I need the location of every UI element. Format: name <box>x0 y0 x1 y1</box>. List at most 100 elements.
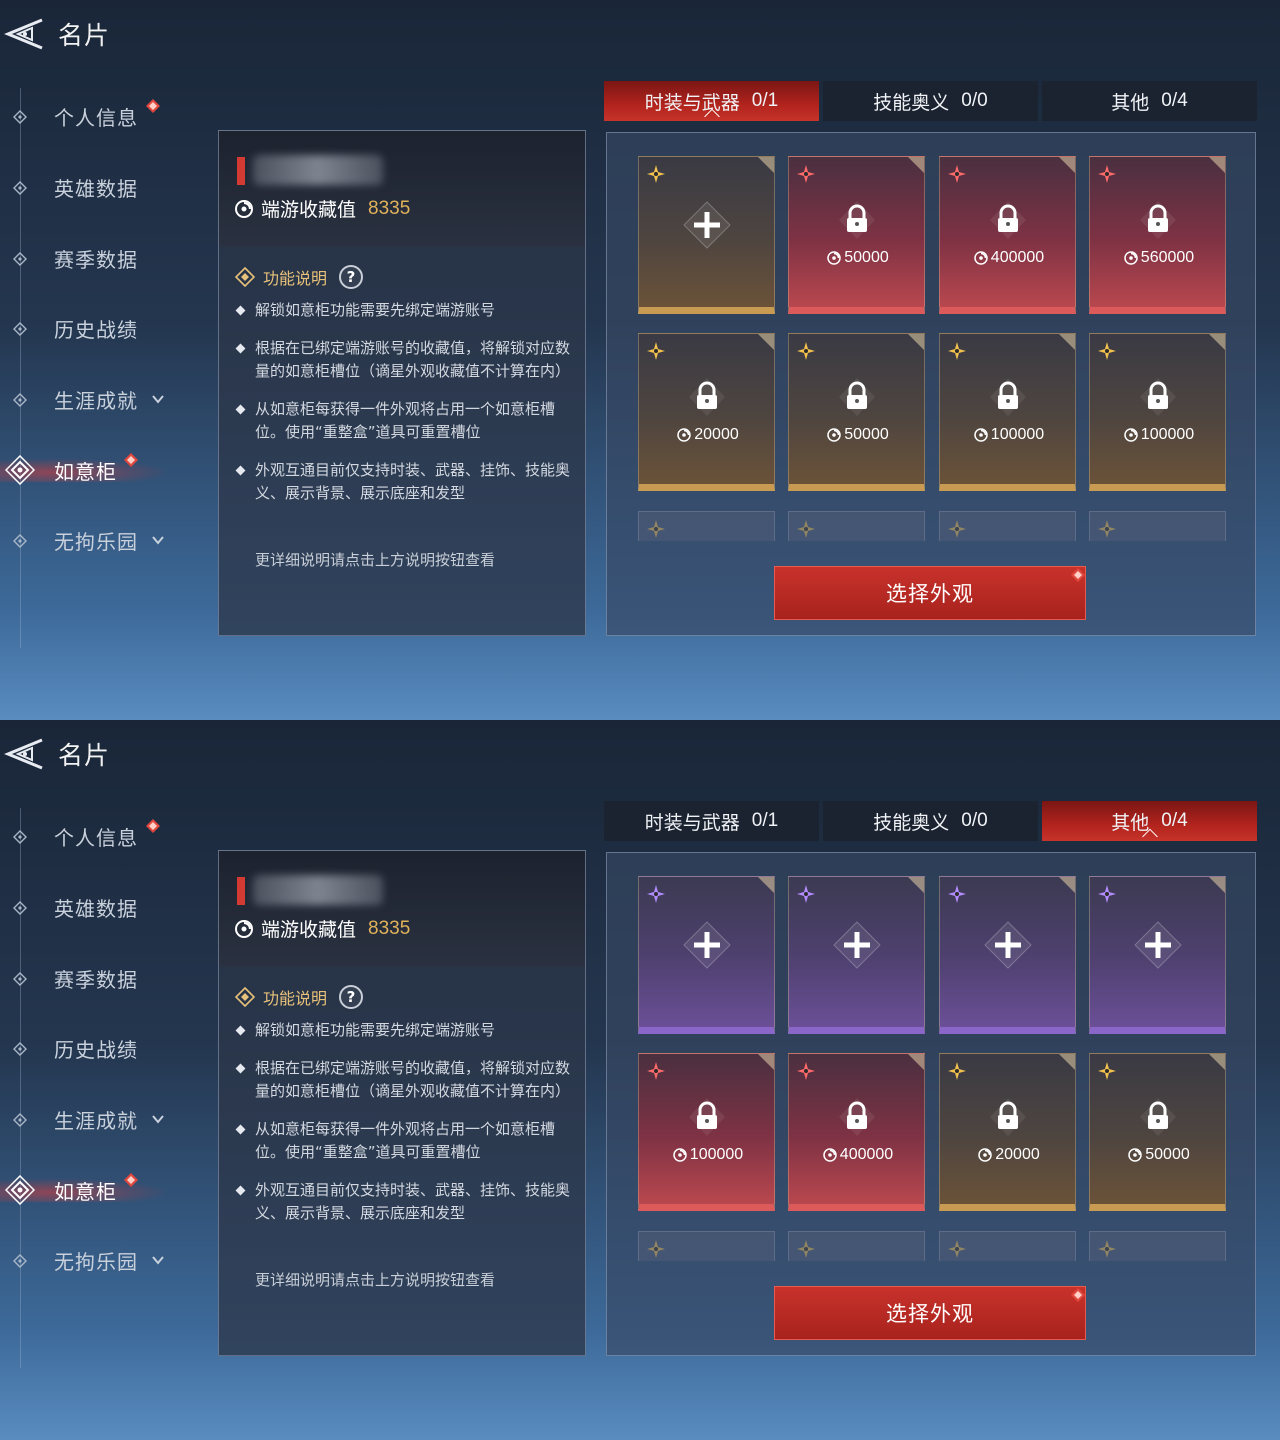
help-icon[interactable]: ? <box>339 985 364 1009</box>
rarity-star-icon <box>647 342 665 360</box>
function-title: 功能说明 <box>263 269 328 288</box>
chevron-down-icon[interactable] <box>150 532 166 548</box>
tab-label: 技能奥义 <box>873 811 950 834</box>
sidebar-item-0[interactable]: 个人信息 <box>0 816 200 856</box>
locked-slot[interactable]: 20000 <box>638 333 775 491</box>
select-appearance-button[interactable]: 选择外观 <box>774 1286 1086 1340</box>
locked-slot[interactable]: 50000 <box>1089 1053 1226 1211</box>
chevron-down-icon[interactable] <box>150 1252 166 1268</box>
locked-slot[interactable]: 100000 <box>638 1053 775 1211</box>
diamond-icon <box>13 251 27 266</box>
diamond-icon <box>13 829 27 844</box>
empty-slot[interactable] <box>638 876 775 1034</box>
locked-slot[interactable]: 100000 <box>939 333 1076 491</box>
tab-1[interactable]: 技能奥义 0/0 <box>823 81 1038 121</box>
locked-slot[interactable]: 50000 <box>788 333 925 491</box>
tab-1[interactable]: 技能奥义 0/0 <box>823 801 1038 841</box>
sidebar-item-2[interactable]: 赛季数据 <box>0 238 200 278</box>
tab-0[interactable]: 时装与武器 0/1 <box>604 81 819 121</box>
plus-icon <box>832 920 882 970</box>
collection-icon <box>826 427 842 443</box>
sidebar-item-label: 赛季数据 <box>54 247 138 272</box>
sidebar-item-5[interactable]: 如意柜 <box>0 450 200 490</box>
info-header: 端游收藏值 8335 <box>219 131 585 247</box>
sidebar-item-3[interactable]: 历史战绩 <box>0 1028 200 1068</box>
rarity-star-icon <box>797 165 815 183</box>
select-appearance-button[interactable]: 选择外观 <box>774 566 1086 620</box>
help-icon[interactable]: ? <box>339 265 364 289</box>
active-diamond-icon <box>4 1174 36 1206</box>
corner-mark-icon <box>1059 1054 1075 1070</box>
collection-icon <box>233 198 255 220</box>
back-arrow-icon[interactable] <box>2 14 48 54</box>
empty-slot[interactable] <box>788 876 925 1034</box>
card-panel-2: 名片 个人信息 英雄数据 赛季数据 历史战绩 生涯成就 如意柜 无拘乐园 端游收藏值 8335 功能… <box>0 720 1280 1440</box>
partial-slot <box>638 511 775 541</box>
bullet-item: 解锁如意柜功能需要先绑定端游账号 <box>235 299 573 322</box>
diamond-icon <box>13 1112 27 1127</box>
sidebar-item-label: 历史战绩 <box>54 1037 138 1062</box>
bullet-item: 根据在已绑定端游账号的收藏值，将解锁对应数量的如意柜槽位（谪星外观收藏值不计算在… <box>235 337 573 383</box>
sidebar-item-4[interactable]: 生涯成就 <box>0 1099 200 1139</box>
corner-mark-icon <box>758 157 774 173</box>
sidebar: 个人信息英雄数据赛季数据历史战绩生涯成就如意柜无拘乐园 <box>0 800 200 1380</box>
collection-icon <box>672 1147 688 1163</box>
more-note: 更详细说明请点击上方说明按钮查看 <box>255 551 496 569</box>
chevron-down-icon[interactable] <box>150 391 166 407</box>
sidebar-item-1[interactable]: 英雄数据 <box>0 887 200 927</box>
bullet-item: 解锁如意柜功能需要先绑定端游账号 <box>235 1019 573 1042</box>
header: 名片 <box>0 734 110 774</box>
red-dot-badge-icon <box>124 1172 138 1187</box>
empty-slot[interactable] <box>638 156 775 314</box>
rarity-star-icon <box>948 1062 966 1080</box>
sidebar-item-4[interactable]: 生涯成就 <box>0 379 200 419</box>
corner-mark-icon <box>908 157 924 173</box>
partial-slot <box>788 1231 925 1261</box>
locked-slot[interactable]: 100000 <box>1089 333 1226 491</box>
lock-icon <box>839 378 875 416</box>
sidebar-item-1[interactable]: 英雄数据 <box>0 167 200 207</box>
tab-2[interactable]: 其他 0/4 <box>1042 801 1257 841</box>
collection-icon <box>1123 427 1139 443</box>
plus-icon <box>682 200 732 250</box>
corner-mark-icon <box>908 1054 924 1070</box>
locked-slot[interactable]: 400000 <box>788 1053 925 1211</box>
empty-slot[interactable] <box>1089 876 1226 1034</box>
sidebar-item-3[interactable]: 历史战绩 <box>0 308 200 348</box>
diamond-icon <box>13 533 27 548</box>
corner-mark-icon <box>1209 877 1225 893</box>
locked-slot[interactable]: 50000 <box>788 156 925 314</box>
sidebar-item-label: 英雄数据 <box>54 896 138 921</box>
corner-mark-icon <box>1209 334 1225 350</box>
lock-icon <box>689 1098 725 1136</box>
sidebar-item-6[interactable]: 无拘乐园 <box>0 1240 200 1280</box>
red-dot-badge-icon <box>146 98 160 113</box>
bullet-item: 从如意柜每获得一件外观将占用一个如意柜槽位。使用“重整盒”道具可重置槽位 <box>235 398 573 444</box>
red-marker <box>237 877 245 905</box>
sidebar-item-6[interactable]: 无拘乐园 <box>0 520 200 560</box>
tab-2[interactable]: 其他 0/4 <box>1042 81 1257 121</box>
bullet-dot-icon <box>235 1063 246 1074</box>
locked-slot[interactable]: 20000 <box>939 1053 1076 1211</box>
select-appearance-label: 选择外观 <box>886 1302 974 1326</box>
empty-slot[interactable] <box>939 876 1076 1034</box>
sidebar-item-5[interactable]: 如意柜 <box>0 1170 200 1210</box>
bullet-text: 外观互通目前仅支持时装、武器、挂饰、技能奥义、展示背景、展示底座和发型 <box>255 461 571 502</box>
back-arrow-icon[interactable] <box>2 734 48 774</box>
tab-count: 0/0 <box>961 810 988 831</box>
bullet-dot-icon <box>235 1124 246 1135</box>
chevron-down-icon[interactable] <box>150 1111 166 1127</box>
card-panel-1: 名片 个人信息 英雄数据 赛季数据 历史战绩 生涯成就 如意柜 无拘乐园 端游收藏值 8335 功能… <box>0 0 1280 720</box>
tab-0[interactable]: 时装与武器 0/1 <box>604 801 819 841</box>
info-card: 端游收藏值 8335 功能说明? 解锁如意柜功能需要先绑定端游账号 根据在已绑定端游账号… <box>218 850 586 1356</box>
sidebar-item-0[interactable]: 个人信息 <box>0 96 200 136</box>
locked-slot[interactable]: 560000 <box>1089 156 1226 314</box>
collection-value: 8335 <box>368 917 411 939</box>
diamond-icon <box>13 971 27 986</box>
bullet-item: 外观互通目前仅支持时装、武器、挂饰、技能奥义、展示背景、展示底座和发型 <box>235 1179 573 1225</box>
slot-price: 400000 <box>789 1146 926 1164</box>
locked-slot[interactable]: 400000 <box>939 156 1076 314</box>
tab-count: 0/1 <box>751 90 779 111</box>
price-value: 400000 <box>990 249 1045 266</box>
sidebar-item-2[interactable]: 赛季数据 <box>0 958 200 998</box>
